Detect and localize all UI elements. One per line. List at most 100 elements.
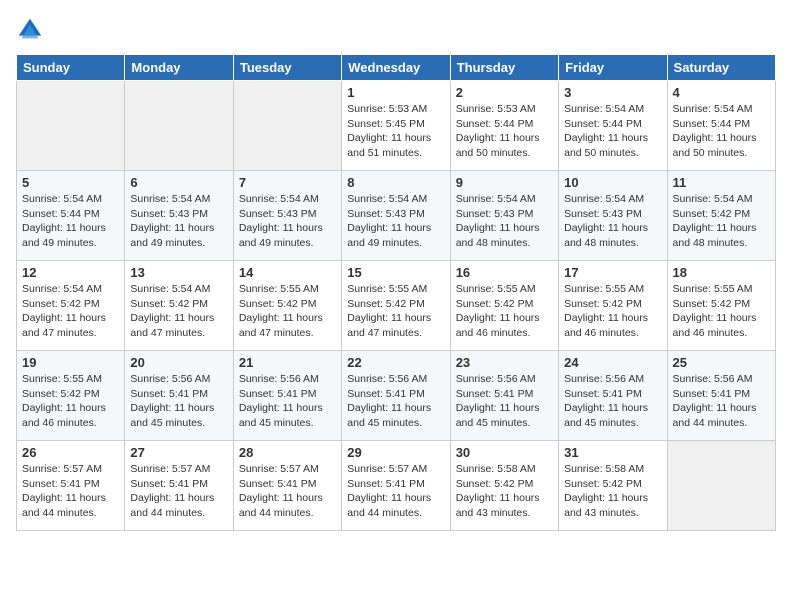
day-content: Sunrise: 5:54 AM Sunset: 5:42 PM Dayligh…: [22, 282, 119, 341]
calendar-cell: 7Sunrise: 5:54 AM Sunset: 5:43 PM Daylig…: [233, 171, 341, 261]
day-content: Sunrise: 5:54 AM Sunset: 5:43 PM Dayligh…: [347, 192, 444, 251]
day-number: 16: [456, 265, 553, 280]
calendar-table: SundayMondayTuesdayWednesdayThursdayFrid…: [16, 54, 776, 531]
day-number: 1: [347, 85, 444, 100]
day-number: 6: [130, 175, 227, 190]
day-content: Sunrise: 5:55 AM Sunset: 5:42 PM Dayligh…: [239, 282, 336, 341]
day-content: Sunrise: 5:56 AM Sunset: 5:41 PM Dayligh…: [130, 372, 227, 431]
day-number: 14: [239, 265, 336, 280]
day-content: Sunrise: 5:54 AM Sunset: 5:44 PM Dayligh…: [22, 192, 119, 251]
calendar-cell: 3 Sunrise: 5:54 AM Sunset: 5:44 PM Daylig…: [559, 81, 667, 171]
calendar-cell: [667, 441, 775, 531]
day-number: 24: [564, 355, 661, 370]
day-number: 26: [22, 445, 119, 460]
day-number: 3: [564, 85, 661, 100]
calendar-cell: 11 Sunrise: 5:54 AM Sunset: 5:42 PM Dayli…: [667, 171, 775, 261]
day-number: 18: [673, 265, 770, 280]
calendar-week-row: 26 Sunrise: 5:57 AM Sunset: 5:41 PM Dayli…: [17, 441, 776, 531]
weekday-header: Wednesday: [342, 55, 450, 81]
calendar-cell: 4 Sunrise: 5:54 AM Sunset: 5:44 PM Daylig…: [667, 81, 775, 171]
day-content: Sunrise: 5:54 AM Sunset: 5:43 PM Dayligh…: [456, 192, 553, 251]
calendar-cell: 16 Sunrise: 5:55 AM Sunset: 5:42 PM Dayli…: [450, 261, 558, 351]
calendar-header-row: SundayMondayTuesdayWednesdayThursdayFrid…: [17, 55, 776, 81]
calendar-cell: 22Sunrise: 5:56 AM Sunset: 5:41 PM Dayli…: [342, 351, 450, 441]
weekday-header: Monday: [125, 55, 233, 81]
day-number: 11: [673, 175, 770, 190]
calendar-cell: 5 Sunrise: 5:54 AM Sunset: 5:44 PM Daylig…: [17, 171, 125, 261]
day-number: 30: [456, 445, 553, 460]
calendar-cell: 18 Sunrise: 5:55 AM Sunset: 5:42 PM Dayli…: [667, 261, 775, 351]
day-content: Sunrise: 5:56 AM Sunset: 5:41 PM Dayligh…: [673, 372, 770, 431]
calendar-cell: 6 Sunrise: 5:54 AM Sunset: 5:43 PM Daylig…: [125, 171, 233, 261]
day-number: 10: [564, 175, 661, 190]
day-content: Sunrise: 5:56 AM Sunset: 5:41 PM Dayligh…: [456, 372, 553, 431]
calendar-cell: 26 Sunrise: 5:57 AM Sunset: 5:41 PM Dayli…: [17, 441, 125, 531]
logo-icon: [16, 16, 44, 44]
calendar-cell: 28Sunrise: 5:57 AM Sunset: 5:41 PM Dayli…: [233, 441, 341, 531]
calendar-cell: 31 Sunrise: 5:58 AM Sunset: 5:42 PM Dayli…: [559, 441, 667, 531]
calendar-cell: 30Sunrise: 5:58 AM Sunset: 5:42 PM Dayli…: [450, 441, 558, 531]
calendar-cell: 12Sunrise: 5:54 AM Sunset: 5:42 PM Dayli…: [17, 261, 125, 351]
calendar-cell: 15Sunrise: 5:55 AM Sunset: 5:42 PM Dayli…: [342, 261, 450, 351]
calendar-cell: 27 Sunrise: 5:57 AM Sunset: 5:41 PM Dayli…: [125, 441, 233, 531]
calendar-body: 1 Sunrise: 5:53 AM Sunset: 5:45 PM Daylig…: [17, 81, 776, 531]
day-content: Sunrise: 5:53 AM Sunset: 5:44 PM Dayligh…: [456, 102, 553, 161]
calendar-cell: 19 Sunrise: 5:55 AM Sunset: 5:42 PM Dayli…: [17, 351, 125, 441]
day-number: 9: [456, 175, 553, 190]
day-content: Sunrise: 5:53 AM Sunset: 5:45 PM Dayligh…: [347, 102, 444, 161]
day-number: 19: [22, 355, 119, 370]
day-content: Sunrise: 5:58 AM Sunset: 5:42 PM Dayligh…: [564, 462, 661, 521]
calendar-cell: 24 Sunrise: 5:56 AM Sunset: 5:41 PM Dayli…: [559, 351, 667, 441]
calendar-cell: 17 Sunrise: 5:55 AM Sunset: 5:42 PM Dayli…: [559, 261, 667, 351]
calendar-cell: 9 Sunrise: 5:54 AM Sunset: 5:43 PM Daylig…: [450, 171, 558, 261]
day-content: Sunrise: 5:57 AM Sunset: 5:41 PM Dayligh…: [347, 462, 444, 521]
day-number: 21: [239, 355, 336, 370]
day-content: Sunrise: 5:54 AM Sunset: 5:43 PM Dayligh…: [130, 192, 227, 251]
day-number: 13: [130, 265, 227, 280]
day-content: Sunrise: 5:56 AM Sunset: 5:41 PM Dayligh…: [564, 372, 661, 431]
day-number: 4: [673, 85, 770, 100]
day-content: Sunrise: 5:57 AM Sunset: 5:41 PM Dayligh…: [22, 462, 119, 521]
day-number: 27: [130, 445, 227, 460]
calendar-cell: 25 Sunrise: 5:56 AM Sunset: 5:41 PM Dayli…: [667, 351, 775, 441]
logo: [16, 16, 48, 44]
calendar-week-row: 12Sunrise: 5:54 AM Sunset: 5:42 PM Dayli…: [17, 261, 776, 351]
weekday-header: Sunday: [17, 55, 125, 81]
day-number: 5: [22, 175, 119, 190]
day-content: Sunrise: 5:55 AM Sunset: 5:42 PM Dayligh…: [22, 372, 119, 431]
day-content: Sunrise: 5:55 AM Sunset: 5:42 PM Dayligh…: [564, 282, 661, 341]
day-number: 2: [456, 85, 553, 100]
calendar-week-row: 19 Sunrise: 5:55 AM Sunset: 5:42 PM Dayli…: [17, 351, 776, 441]
day-content: Sunrise: 5:55 AM Sunset: 5:42 PM Dayligh…: [456, 282, 553, 341]
calendar-week-row: 5 Sunrise: 5:54 AM Sunset: 5:44 PM Daylig…: [17, 171, 776, 261]
day-content: Sunrise: 5:54 AM Sunset: 5:43 PM Dayligh…: [239, 192, 336, 251]
calendar-cell: 8 Sunrise: 5:54 AM Sunset: 5:43 PM Daylig…: [342, 171, 450, 261]
weekday-header: Tuesday: [233, 55, 341, 81]
calendar-cell: 1 Sunrise: 5:53 AM Sunset: 5:45 PM Daylig…: [342, 81, 450, 171]
day-number: 20: [130, 355, 227, 370]
day-content: Sunrise: 5:57 AM Sunset: 5:41 PM Dayligh…: [130, 462, 227, 521]
day-content: Sunrise: 5:54 AM Sunset: 5:44 PM Dayligh…: [564, 102, 661, 161]
day-content: Sunrise: 5:56 AM Sunset: 5:41 PM Dayligh…: [347, 372, 444, 431]
calendar-cell: [233, 81, 341, 171]
day-number: 8: [347, 175, 444, 190]
calendar-cell: 29 Sunrise: 5:57 AM Sunset: 5:41 PM Dayli…: [342, 441, 450, 531]
day-content: Sunrise: 5:54 AM Sunset: 5:44 PM Dayligh…: [673, 102, 770, 161]
day-number: 17: [564, 265, 661, 280]
day-number: 29: [347, 445, 444, 460]
calendar-cell: 10 Sunrise: 5:54 AM Sunset: 5:43 PM Dayli…: [559, 171, 667, 261]
calendar-cell: 14 Sunrise: 5:55 AM Sunset: 5:42 PM Dayli…: [233, 261, 341, 351]
day-content: Sunrise: 5:54 AM Sunset: 5:42 PM Dayligh…: [673, 192, 770, 251]
page-header: [16, 16, 776, 44]
calendar-cell: [125, 81, 233, 171]
day-content: Sunrise: 5:55 AM Sunset: 5:42 PM Dayligh…: [673, 282, 770, 341]
day-content: Sunrise: 5:56 AM Sunset: 5:41 PM Dayligh…: [239, 372, 336, 431]
weekday-header: Saturday: [667, 55, 775, 81]
calendar-cell: 13 Sunrise: 5:54 AM Sunset: 5:42 PM Dayli…: [125, 261, 233, 351]
day-number: 25: [673, 355, 770, 370]
weekday-header: Friday: [559, 55, 667, 81]
weekday-header: Thursday: [450, 55, 558, 81]
day-content: Sunrise: 5:54 AM Sunset: 5:42 PM Dayligh…: [130, 282, 227, 341]
day-number: 31: [564, 445, 661, 460]
day-content: Sunrise: 5:54 AM Sunset: 5:43 PM Dayligh…: [564, 192, 661, 251]
